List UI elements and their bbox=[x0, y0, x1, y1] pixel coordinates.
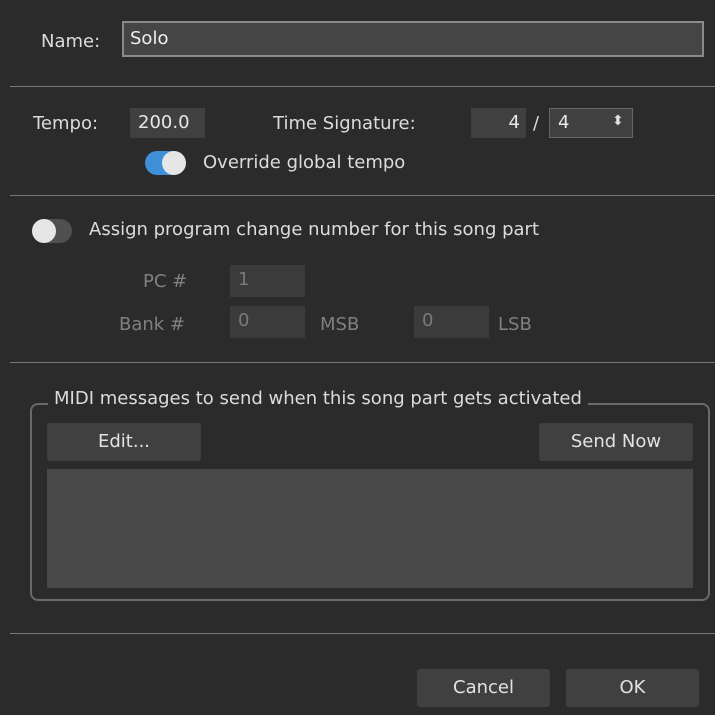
lsb-field[interactable]: 0 bbox=[414, 306, 489, 338]
msb-label: MSB bbox=[320, 314, 360, 335]
assign-program-change-toggle[interactable] bbox=[32, 219, 72, 243]
name-label: Name: bbox=[41, 31, 101, 52]
separator bbox=[10, 633, 715, 634]
toggle-knob bbox=[32, 219, 56, 243]
time-signature-denominator-select[interactable]: 4 ⬍ bbox=[549, 108, 633, 138]
cancel-button[interactable]: Cancel bbox=[417, 669, 550, 707]
separator bbox=[10, 86, 715, 87]
denominator-value: 4 bbox=[558, 112, 570, 133]
override-tempo-label: Override global tempo bbox=[203, 152, 406, 173]
separator bbox=[10, 195, 715, 196]
edit-button[interactable]: Edit... bbox=[47, 423, 201, 461]
tempo-field[interactable]: 200.0 bbox=[130, 108, 205, 138]
separator bbox=[10, 362, 715, 363]
msb-field[interactable]: 0 bbox=[230, 306, 305, 338]
ok-button[interactable]: OK bbox=[566, 669, 699, 707]
override-tempo-toggle[interactable] bbox=[145, 151, 186, 175]
time-signature-slash: / bbox=[533, 113, 540, 134]
assign-program-change-label: Assign program change number for this so… bbox=[89, 219, 540, 240]
pc-field[interactable]: 1 bbox=[230, 265, 305, 297]
time-signature-numerator-field[interactable]: 4 bbox=[471, 108, 526, 138]
time-signature-label: Time Signature: bbox=[273, 113, 416, 134]
toggle-knob bbox=[162, 151, 186, 175]
name-field[interactable]: Solo bbox=[122, 21, 704, 57]
send-now-button[interactable]: Send Now bbox=[539, 423, 693, 461]
midi-messages-list[interactable] bbox=[47, 469, 693, 588]
lsb-label: LSB bbox=[498, 314, 532, 335]
tempo-label: Tempo: bbox=[33, 113, 99, 134]
pc-label: PC # bbox=[143, 271, 188, 292]
song-part-dialog: Name: Solo Tempo: 200.0 Time Signature: … bbox=[0, 0, 715, 715]
stepper-arrows-icon: ⬍ bbox=[612, 113, 624, 129]
bank-label: Bank # bbox=[119, 314, 186, 335]
midi-group-title: MIDI messages to send when this song par… bbox=[48, 388, 588, 409]
